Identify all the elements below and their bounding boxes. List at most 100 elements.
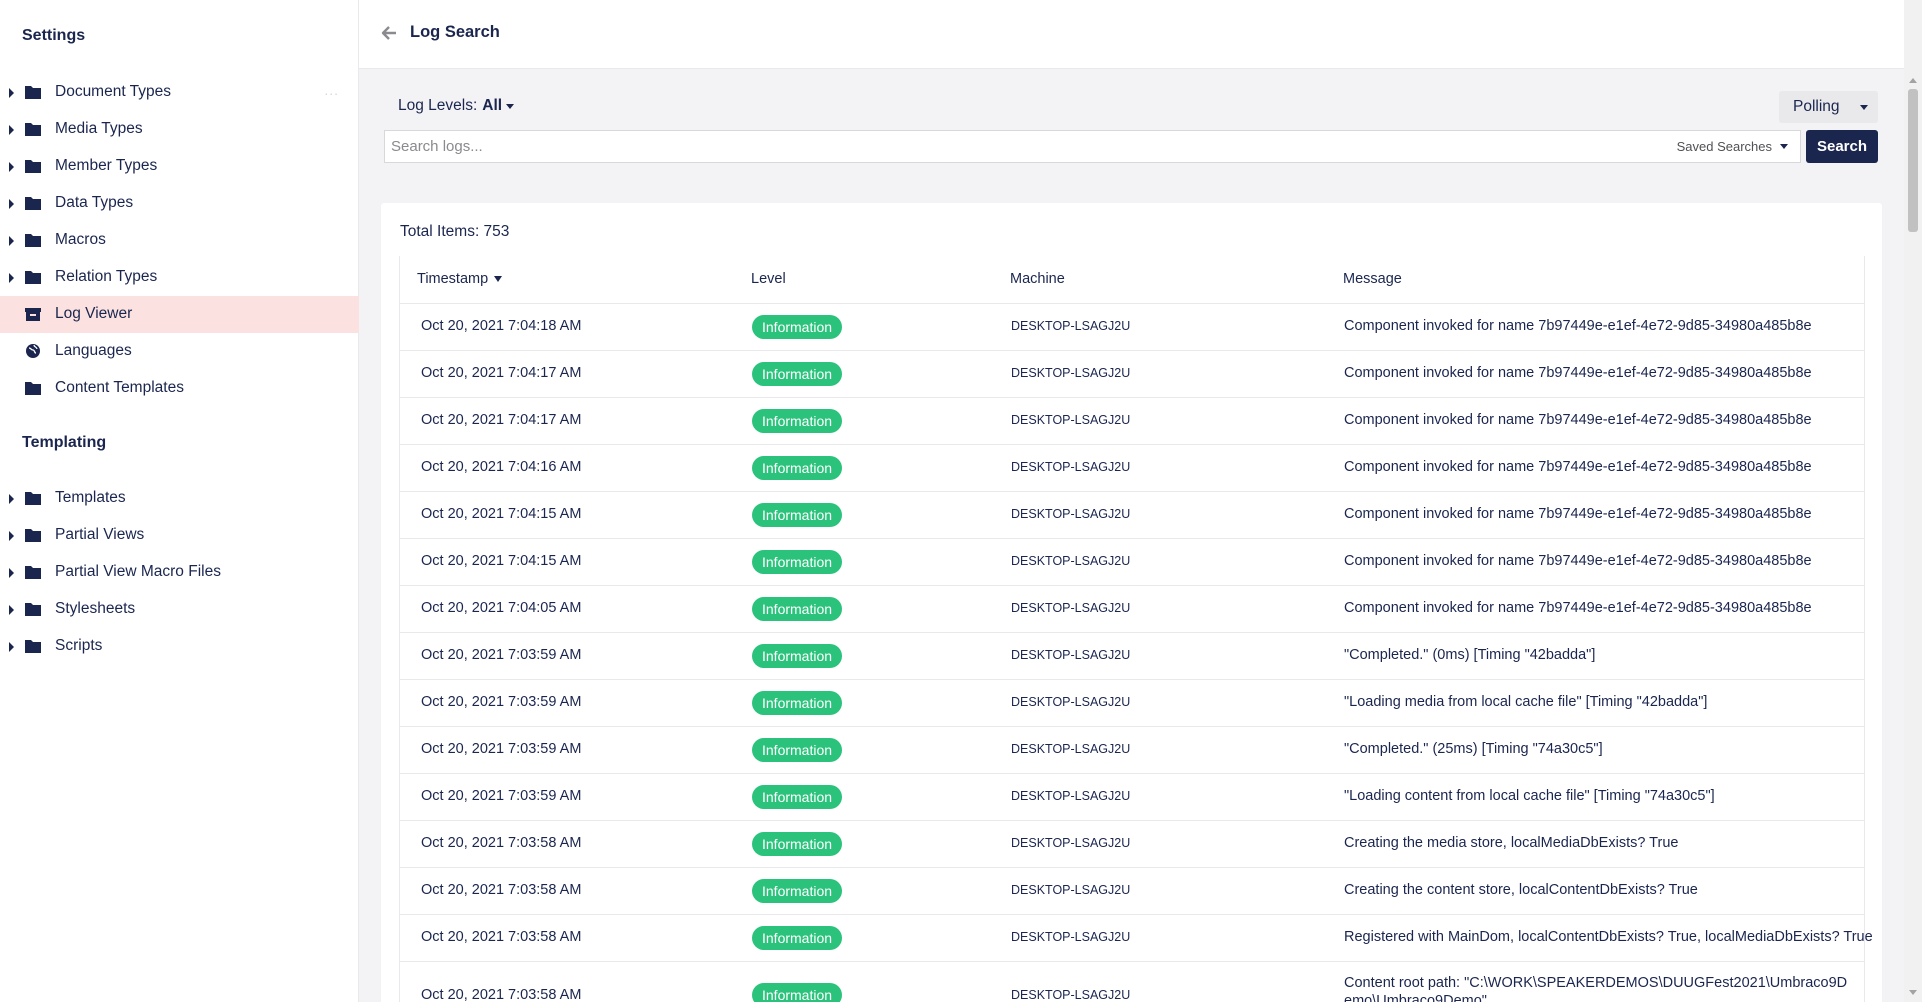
search-button[interactable]: Search	[1806, 130, 1878, 163]
level-badge: Information	[752, 691, 843, 715]
level-cell: Information	[752, 456, 843, 480]
caret-right-icon[interactable]	[9, 531, 14, 541]
sidebar-item-data-types[interactable]: Data Types	[0, 185, 359, 222]
settings-heading: Settings	[22, 27, 86, 44]
sidebar-item-languages[interactable]: Languages	[0, 333, 359, 370]
machine-cell: DESKTOP-LSAGJ2U	[1011, 413, 1131, 427]
sidebar-item-label: Languages	[55, 342, 132, 359]
level-cell: Information	[752, 315, 843, 339]
level-cell: Information	[752, 832, 843, 856]
folder-icon	[25, 86, 41, 99]
folder-icon	[25, 566, 41, 579]
sidebar-item-label: Scripts	[55, 637, 103, 654]
chevron-down-icon	[506, 103, 515, 109]
saved-searches-dropdown[interactable]: Saved Searches	[1677, 139, 1788, 154]
sidebar-item-templates[interactable]: Templates	[0, 480, 359, 517]
sidebar-item-member-types[interactable]: Member Types	[0, 148, 359, 185]
sidebar-item-macros[interactable]: Macros	[0, 222, 359, 259]
sidebar-item-label: Templates	[55, 489, 126, 506]
arrow-left-icon[interactable]	[381, 25, 397, 41]
sidebar-item-stylesheets[interactable]: Stylesheets	[0, 591, 359, 628]
machine-cell: DESKTOP-LSAGJ2U	[1011, 988, 1131, 1002]
sidebar-item-label: Document Types	[55, 83, 172, 100]
folder-icon	[25, 123, 41, 136]
timestamp-cell: Oct 20, 2021 7:04:15 AM	[421, 506, 582, 522]
scrollbar-thumb[interactable]	[1908, 89, 1918, 232]
table-row[interactable]: Oct 20, 2021 7:03:59 AM Information DESK…	[400, 680, 1864, 727]
scroll-up-icon[interactable]	[1909, 78, 1917, 83]
table-row[interactable]: Oct 20, 2021 7:03:58 AM Information DESK…	[400, 821, 1864, 868]
sidebar-item-label: Media Types	[55, 120, 143, 137]
table-row[interactable]: Oct 20, 2021 7:03:58 AM Information DESK…	[400, 962, 1864, 1002]
sidebar-item-scripts[interactable]: Scripts	[0, 628, 359, 665]
log-levels-dropdown[interactable]: All	[482, 97, 515, 115]
search-input[interactable]	[385, 131, 1577, 162]
sidebar-item-label: Partial View Macro Files	[55, 563, 221, 580]
page-title: Log Search	[410, 23, 500, 41]
caret-right-icon[interactable]	[9, 199, 14, 209]
machine-cell: DESKTOP-LSAGJ2U	[1011, 836, 1131, 850]
table-row[interactable]: Oct 20, 2021 7:03:59 AM Information DESK…	[400, 633, 1864, 680]
table-row[interactable]: Oct 20, 2021 7:04:16 AM Information DESK…	[400, 445, 1864, 492]
message-cell: Creating the media store, localMediaDbEx…	[1344, 835, 1679, 851]
table-row[interactable]: Oct 20, 2021 7:04:15 AM Information DESK…	[400, 492, 1864, 539]
chevron-down-icon	[1780, 144, 1788, 149]
folder-icon	[25, 640, 41, 653]
level-cell: Information	[752, 362, 843, 386]
sidebar-item-label: Macros	[55, 231, 106, 248]
table-row[interactable]: Oct 20, 2021 7:03:59 AM Information DESK…	[400, 774, 1864, 821]
caret-right-icon[interactable]	[9, 568, 14, 578]
log-table: Timestamp Level Machine Message Oct 20, …	[399, 256, 1873, 1002]
machine-cell: DESKTOP-LSAGJ2U	[1011, 648, 1131, 662]
caret-right-icon[interactable]	[9, 125, 14, 135]
level-badge: Information	[752, 456, 843, 480]
table-row[interactable]: Oct 20, 2021 7:03:58 AM Information DESK…	[400, 868, 1864, 915]
machine-cell: DESKTOP-LSAGJ2U	[1011, 742, 1131, 756]
sidebar-item-content-templates[interactable]: Content Templates	[0, 370, 359, 407]
caret-right-icon[interactable]	[9, 162, 14, 172]
saved-searches-label: Saved Searches	[1676, 139, 1772, 154]
search-box: Saved Searches	[384, 130, 1801, 163]
templating-heading: Templating	[22, 434, 107, 451]
level-cell: Information	[752, 409, 843, 433]
vertical-scrollbar[interactable]	[1904, 0, 1922, 1002]
table-row[interactable]: Oct 20, 2021 7:03:59 AM Information DESK…	[400, 727, 1864, 774]
sidebar-item-partial-view-macro-files[interactable]: Partial View Macro Files	[0, 554, 359, 591]
sidebar-item-document-types[interactable]: Document Types ...	[0, 74, 359, 111]
more-options-icon[interactable]: ...	[324, 82, 339, 98]
sidebar-item-log-viewer[interactable]: Log Viewer	[0, 296, 359, 333]
table-header: Timestamp Level Machine Message	[400, 256, 1864, 304]
globe-icon	[26, 344, 40, 358]
message-cell: "Loading content from local cache file" …	[1344, 788, 1715, 804]
table-row[interactable]: Oct 20, 2021 7:04:17 AM Information DESK…	[400, 398, 1864, 445]
scroll-down-icon[interactable]	[1909, 990, 1917, 995]
message-cell: Component invoked for name 7b97449e-e1ef…	[1344, 318, 1812, 334]
column-header-timestamp[interactable]: Timestamp	[417, 271, 503, 287]
caret-right-icon[interactable]	[9, 88, 14, 98]
sidebar-item-media-types[interactable]: Media Types	[0, 111, 359, 148]
chevron-down-icon[interactable]	[1860, 105, 1868, 110]
caret-right-icon[interactable]	[9, 642, 14, 652]
folder-icon	[25, 492, 41, 505]
caret-right-icon[interactable]	[9, 605, 14, 615]
polling-button[interactable]: Polling	[1779, 91, 1878, 123]
caret-right-icon[interactable]	[9, 236, 14, 246]
timestamp-cell: Oct 20, 2021 7:03:59 AM	[421, 694, 582, 710]
sidebar-item-relation-types[interactable]: Relation Types	[0, 259, 359, 296]
machine-cell: DESKTOP-LSAGJ2U	[1011, 695, 1131, 709]
table-row[interactable]: Oct 20, 2021 7:03:58 AM Information DESK…	[400, 915, 1873, 962]
table-row[interactable]: Oct 20, 2021 7:04:05 AM Information DESK…	[400, 586, 1864, 633]
column-header-label: Level	[751, 271, 786, 287]
folder-icon	[25, 382, 41, 395]
caret-right-icon[interactable]	[9, 494, 14, 504]
message-cell: Component invoked for name 7b97449e-e1ef…	[1344, 600, 1812, 616]
timestamp-cell: Oct 20, 2021 7:03:58 AM	[421, 929, 582, 945]
machine-cell: DESKTOP-LSAGJ2U	[1011, 930, 1131, 944]
sidebar-item-partial-views[interactable]: Partial Views	[0, 517, 359, 554]
table-row[interactable]: Oct 20, 2021 7:04:18 AM Information DESK…	[400, 304, 1864, 351]
level-cell: Information	[752, 503, 843, 527]
timestamp-cell: Oct 20, 2021 7:03:58 AM	[421, 987, 582, 1002]
caret-right-icon[interactable]	[9, 273, 14, 283]
table-row[interactable]: Oct 20, 2021 7:04:17 AM Information DESK…	[400, 351, 1864, 398]
table-row[interactable]: Oct 20, 2021 7:04:15 AM Information DESK…	[400, 539, 1864, 586]
